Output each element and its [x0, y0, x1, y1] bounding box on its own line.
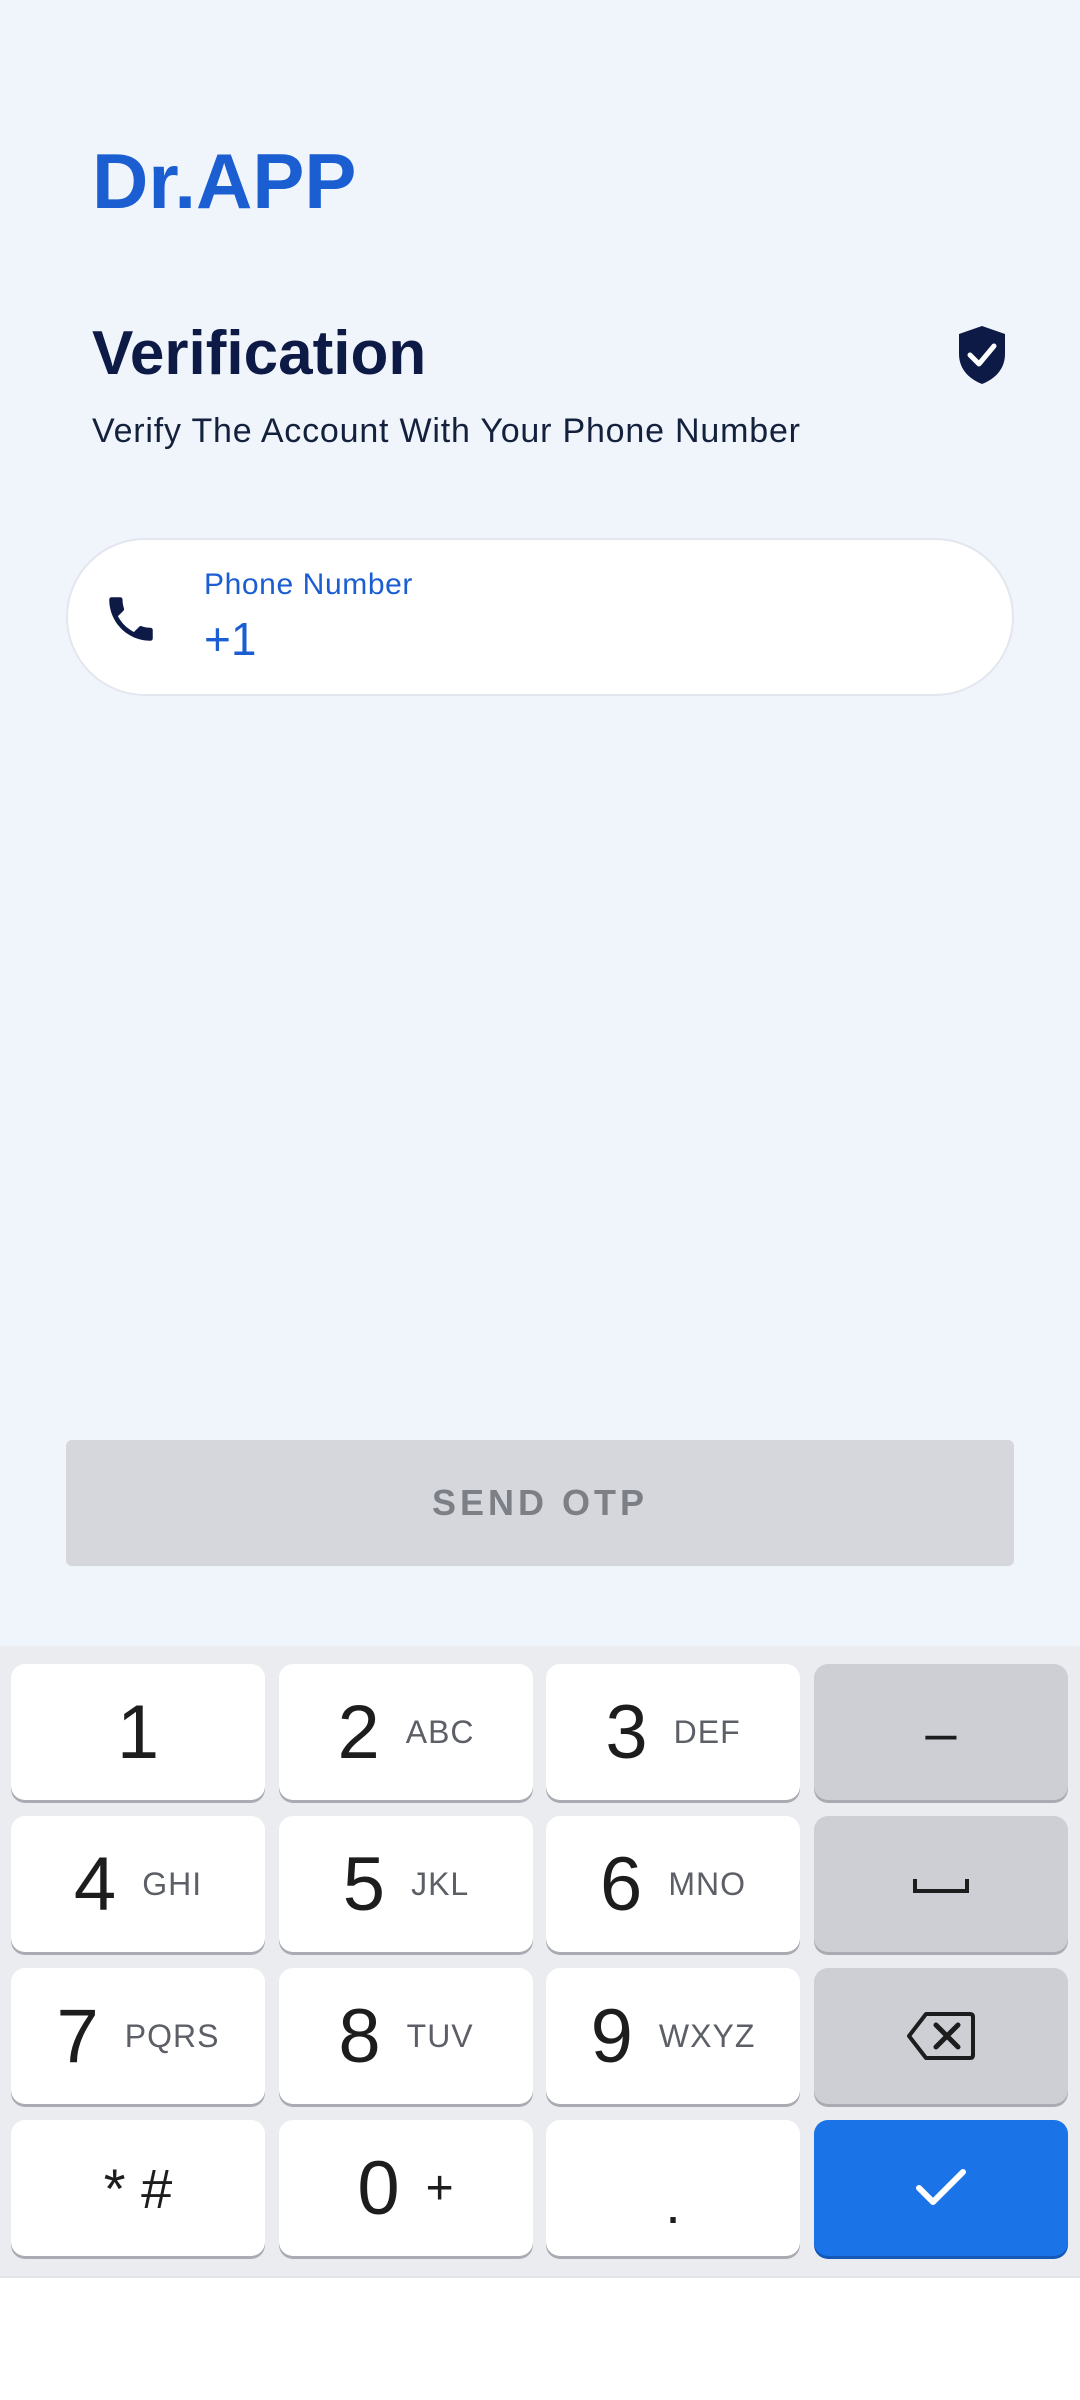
space-icon — [913, 1879, 969, 1893]
key-label: 3 — [605, 1689, 648, 1775]
phone-number-field[interactable]: Phone Number — [66, 538, 1014, 696]
key-label: . — [665, 2171, 681, 2235]
key-6[interactable]: 6 MNO — [546, 1816, 800, 1952]
navigation-bar-area — [0, 2276, 1080, 2400]
key-label: 5 — [342, 1841, 386, 1927]
key-sublabel: MNO — [668, 1865, 746, 1902]
key-sublabel: TUV — [406, 2017, 474, 2054]
phone-number-input[interactable] — [204, 612, 904, 666]
key-label: 6 — [600, 1841, 643, 1927]
key-label: 2 — [337, 1689, 380, 1775]
page-title: Verification — [92, 319, 427, 388]
key-dash[interactable]: – — [814, 1664, 1068, 1800]
key-sublabel: JKL — [411, 1865, 470, 1902]
key-9[interactable]: 9 WXYZ — [546, 1968, 800, 2104]
key-sublabel: WXYZ — [658, 2017, 756, 2054]
key-1[interactable]: 1 — [11, 1664, 265, 1800]
key-label: 0 — [357, 2145, 400, 2231]
key-3[interactable]: 3 DEF — [546, 1664, 800, 1800]
key-label: 8 — [338, 1993, 381, 2079]
key-5[interactable]: 5 JKL — [279, 1816, 533, 1952]
backspace-icon — [907, 2012, 975, 2060]
key-label: * # — [103, 2156, 173, 2220]
key-backspace[interactable] — [814, 1968, 1068, 2104]
key-sublabel: + — [425, 2161, 455, 2215]
key-0[interactable]: 0 + — [279, 2120, 533, 2256]
key-label: 4 — [73, 1841, 117, 1927]
check-icon — [916, 2169, 966, 2205]
key-sublabel: GHI — [142, 1865, 203, 1902]
page-subtitle: Verify The Account With Your Phone Numbe… — [92, 412, 801, 450]
key-2[interactable]: 2 ABC — [279, 1664, 533, 1800]
numeric-keyboard: 1 2 ABC 3 DEF – 4 GHI 5 JKL 6 MNO 7 PQRS… — [0, 1646, 1080, 2276]
phone-icon — [109, 597, 153, 641]
key-sublabel: PQRS — [124, 2017, 220, 2054]
verified-shield-icon — [959, 326, 1005, 384]
key-sublabel: ABC — [405, 1713, 475, 1750]
key-7[interactable]: 7 PQRS — [11, 1968, 265, 2104]
phone-number-label: Phone Number — [204, 568, 413, 601]
key-space[interactable] — [814, 1816, 1068, 1952]
key-sublabel: DEF — [673, 1713, 741, 1750]
key-label: – — [925, 1700, 957, 1764]
key-8[interactable]: 8 TUV — [279, 1968, 533, 2104]
key-4[interactable]: 4 GHI — [11, 1816, 265, 1952]
key-label: 1 — [116, 1689, 160, 1775]
key-label: 9 — [590, 1993, 633, 2079]
app-logo: Dr.APP — [92, 137, 357, 225]
key-label: 7 — [56, 1993, 99, 2079]
key-done[interactable] — [814, 2120, 1068, 2256]
send-otp-button[interactable]: SEND OTP — [66, 1440, 1014, 1566]
key-dot[interactable]: . — [546, 2120, 800, 2256]
key-star-hash[interactable]: * # — [11, 2120, 265, 2256]
